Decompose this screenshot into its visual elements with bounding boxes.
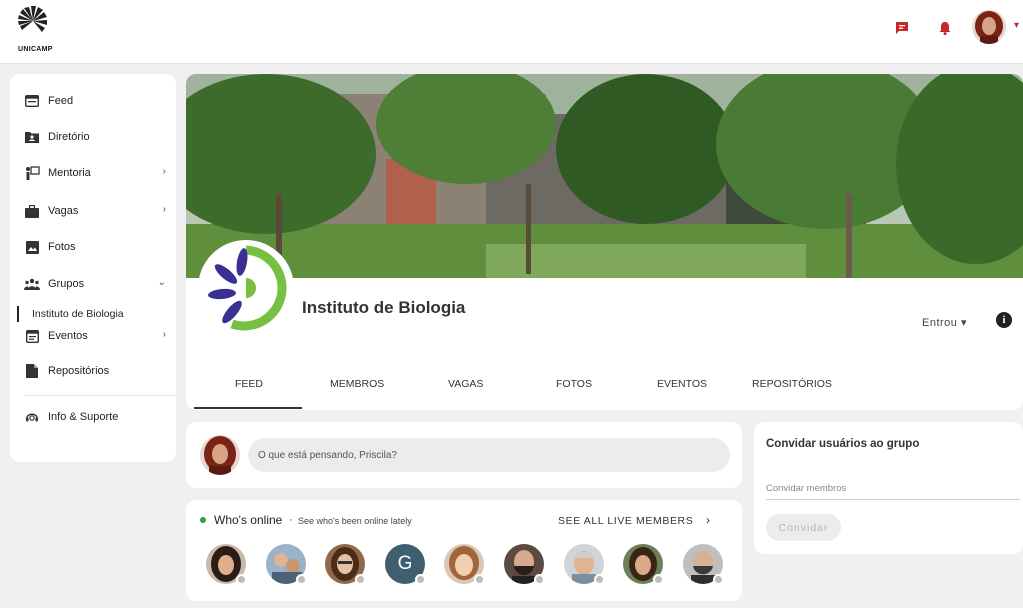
active-tab-indicator	[194, 407, 302, 409]
invite-button[interactable]: Convidar	[766, 514, 841, 541]
group-avatar[interactable]	[198, 240, 294, 336]
status-indicator	[713, 574, 724, 585]
status-indicator	[415, 574, 426, 585]
online-member[interactable]: G	[385, 544, 426, 585]
sidebar-item-events[interactable]: Eventos ›	[10, 321, 176, 351]
group-header: Instituto de Biologia Entrou ▾ i FEED ME…	[186, 74, 1023, 410]
sidebar-item-label: Mentoria	[48, 167, 91, 179]
tab-jobs[interactable]: VAGAS	[448, 378, 483, 390]
tab-feed[interactable]: FEED	[235, 378, 263, 390]
tab-members[interactable]: MEMBROS	[330, 378, 384, 390]
whos-online-card: Who's online · See who's been online lat…	[186, 500, 742, 601]
online-member[interactable]	[564, 544, 605, 585]
tab-events[interactable]: EVENTOS	[657, 378, 707, 390]
online-member[interactable]	[504, 544, 545, 585]
online-member[interactable]	[266, 544, 307, 585]
membership-dropdown[interactable]: Entrou ▾	[922, 316, 967, 329]
online-member[interactable]	[623, 544, 664, 585]
notifications-button[interactable]	[935, 18, 955, 38]
chevron-right-icon: ›	[162, 204, 166, 215]
online-member[interactable]	[325, 544, 366, 585]
chat-icon	[896, 22, 908, 34]
group-title: Instituto de Biologia	[302, 298, 466, 317]
see-all-members-link[interactable]: SEE ALL LIVE MEMBERS	[558, 515, 693, 527]
tab-repositories[interactable]: REPOSITÓRIOS	[752, 378, 832, 390]
info-icon[interactable]: i	[996, 312, 1012, 328]
sidebar-item-label: Info & Suporte	[48, 411, 119, 423]
photo-icon	[24, 239, 40, 255]
sidebar-item-photos[interactable]: Fotos	[10, 232, 176, 262]
support-icon	[24, 409, 40, 425]
online-separator: ·	[289, 514, 293, 526]
sidebar-item-jobs[interactable]: Vagas ›	[10, 196, 176, 226]
sidebar-item-label: Grupos	[48, 278, 85, 290]
brand-name: UNICAMP	[18, 46, 53, 53]
top-bar: UNICAMP ▾	[0, 0, 1023, 64]
status-indicator	[296, 574, 307, 585]
mentoring-icon	[24, 165, 40, 181]
sidebar-item-label: Feed	[48, 95, 74, 107]
post-composer	[186, 422, 742, 488]
bell-icon	[939, 22, 951, 36]
calendar-icon	[24, 328, 40, 344]
invite-members-input[interactable]	[766, 478, 1020, 500]
status-indicator	[594, 574, 605, 585]
status-indicator	[534, 574, 545, 585]
sidebar-item-mentoring[interactable]: Mentoria ›	[10, 158, 176, 188]
sidebar-item-label: Diretório	[48, 131, 90, 143]
sidebar-item-repositories[interactable]: Repositórios	[10, 356, 176, 386]
online-title: Who's online	[214, 513, 283, 527]
status-indicator	[355, 574, 366, 585]
chevron-right-icon: ›	[162, 329, 166, 340]
messages-button[interactable]	[892, 18, 912, 38]
feed-icon	[24, 93, 40, 109]
active-indicator	[17, 306, 19, 322]
sidebar-item-label: Vagas	[48, 205, 79, 217]
unicamp-logo-icon	[18, 6, 47, 32]
chevron-right-icon: ›	[162, 166, 166, 177]
groups-icon	[24, 276, 40, 292]
user-avatar-photo	[972, 10, 1006, 44]
online-status-dot	[200, 517, 206, 523]
post-input[interactable]	[248, 438, 730, 472]
sidebar: Feed Diretório Mentoria › Vagas › Fotos …	[10, 74, 178, 462]
sidebar-item-label: Repositórios	[48, 365, 110, 377]
composer-avatar	[200, 435, 240, 475]
sidebar-divider	[24, 395, 178, 396]
status-indicator	[236, 574, 247, 585]
sidebar-item-label: Eventos	[48, 330, 88, 342]
directory-icon	[24, 129, 40, 145]
unicamp-biology-logo-icon	[208, 245, 287, 331]
sidebar-item-feed[interactable]: Feed	[10, 86, 176, 116]
user-avatar-photo	[200, 435, 240, 475]
online-member[interactable]	[683, 544, 724, 585]
invite-card: Convidar usuários ao grupo Convidar	[754, 422, 1023, 554]
status-indicator	[474, 574, 485, 585]
sidebar-item-info-support[interactable]: Info & Suporte	[10, 402, 176, 432]
user-avatar[interactable]	[972, 10, 1006, 44]
online-subtitle: See who's been online lately	[298, 516, 412, 526]
chevron-down-icon: ⌄	[157, 277, 166, 288]
sidebar-item-directory[interactable]: Diretório	[10, 122, 176, 152]
status-indicator	[653, 574, 664, 585]
chevron-right-icon[interactable]: ›	[706, 513, 710, 527]
online-member[interactable]	[444, 544, 485, 585]
online-member[interactable]	[206, 544, 247, 585]
tab-photos[interactable]: FOTOS	[556, 378, 592, 390]
file-icon	[24, 363, 40, 379]
sidebar-item-groups[interactable]: Grupos ⌄	[10, 269, 176, 299]
invite-title: Convidar usuários ao grupo	[766, 438, 920, 450]
group-cover-photo	[186, 74, 1023, 278]
sidebar-subitem-label: Instituto de Biologia	[32, 308, 124, 320]
sidebar-item-label: Fotos	[48, 241, 76, 253]
briefcase-icon	[24, 203, 40, 219]
chevron-down-icon[interactable]: ▾	[1014, 20, 1019, 31]
unicamp-logo[interactable]: UNICAMP	[18, 6, 64, 56]
